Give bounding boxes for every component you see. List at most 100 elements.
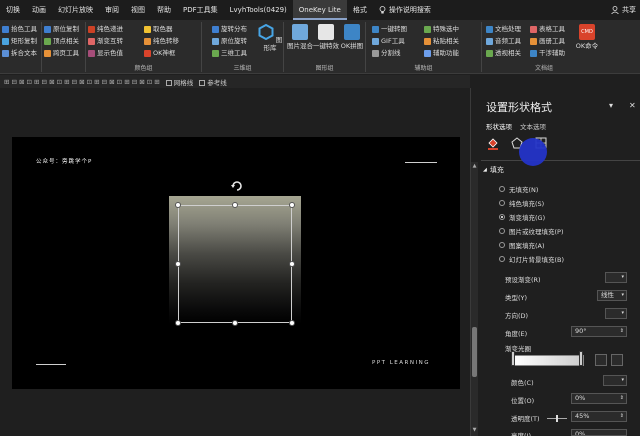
checkbox-icon — [165, 79, 172, 86]
resize-handle[interactable] — [232, 202, 238, 208]
tab-slideshow[interactable]: 幻灯片放映 — [52, 0, 99, 20]
fill-line-icon[interactable] — [485, 135, 501, 151]
audio-tool-button[interactable]: 音频工具 — [486, 36, 521, 47]
remove-stop-icon[interactable] — [611, 354, 623, 366]
resize-handle[interactable] — [232, 320, 238, 326]
radio-solid-fill[interactable]: 纯色填充(S) — [499, 198, 544, 208]
tell-me-search[interactable]: 操作说明搜索 — [373, 5, 437, 15]
gradient-stop-handle[interactable] — [511, 351, 515, 366]
radio-icon — [499, 200, 505, 206]
slide-canvas[interactable]: 公众号：旁跳学个P PPT LEARNING — [12, 137, 460, 389]
rotate-handle-icon[interactable] — [231, 180, 243, 192]
tab-help[interactable]: 帮助 — [151, 0, 177, 20]
color-picker-tool-button[interactable]: 拾色工具 — [2, 24, 37, 35]
radio-background-fill[interactable]: 幻灯片背景填充(B) — [499, 254, 564, 264]
radio-no-fill[interactable]: 无填充(N) — [499, 184, 538, 194]
interference-button[interactable]: 干涉辅助 — [530, 48, 565, 59]
tab-review[interactable]: 审阅 — [99, 0, 125, 20]
button-label: GIF工具 — [381, 37, 405, 45]
radio-label: 图片或纹理填充(P) — [509, 228, 564, 236]
tab-shape-options[interactable]: 形状选项 — [486, 121, 512, 131]
direction-dropdown[interactable]: ▾ — [605, 308, 627, 319]
ribbon-group-2: 原位复制 顶点相关 跨页工具 — [42, 22, 86, 72]
color-dropdown[interactable]: ▾ — [603, 375, 627, 386]
tab-text-options[interactable]: 文本选项 — [520, 121, 546, 131]
fill-section-header[interactable]: ◢ 填充 — [483, 165, 504, 175]
gradient-convert-button[interactable]: 渐变互转 — [88, 36, 123, 47]
color-transfer-button[interactable]: 纯色转移 — [144, 36, 179, 47]
share-button[interactable]: 共享 — [611, 0, 636, 20]
solid-progressive-button[interactable]: 纯色递进 — [88, 24, 123, 35]
transparency-input[interactable]: 45% ⇕ — [571, 411, 627, 422]
resize-handle[interactable] — [175, 202, 181, 208]
tab-format[interactable]: 格式 — [347, 0, 373, 20]
to-image-button[interactable]: 一键转图 — [372, 24, 407, 35]
resize-handle[interactable] — [289, 320, 295, 326]
split-text-button[interactable]: 拆合文本 — [2, 48, 37, 59]
spinner-icon: ⇕ — [619, 328, 624, 334]
scroll-up-icon[interactable]: ▲ — [472, 164, 477, 169]
resize-handle[interactable] — [289, 261, 295, 267]
assist-button[interactable]: 辅助功能 — [424, 48, 459, 59]
ok-frame-button[interactable]: OK神框 — [144, 48, 175, 59]
in-place-copy-button[interactable]: 原位复制 — [44, 24, 79, 35]
button-label: 透视相关 — [495, 49, 521, 57]
eyedropper-button[interactable]: 取色器 — [144, 24, 173, 35]
tab-view[interactable]: 视图 — [125, 0, 151, 20]
table-tool-button[interactable]: 表格工具 — [530, 24, 565, 35]
button-label: 分割线 — [381, 49, 401, 57]
perspective-button[interactable]: 透视相关 — [486, 48, 521, 59]
radio-gradient-fill[interactable]: 渐变填充(G) — [499, 212, 545, 222]
resize-handle[interactable] — [175, 320, 181, 326]
panel-options-icon[interactable]: ▾ — [609, 101, 613, 110]
transparency-slider-knob[interactable] — [556, 415, 558, 422]
group-label-doc: 文档组 — [534, 65, 553, 72]
assist-icon — [424, 50, 431, 57]
shape-library-button[interactable]: 图形库 — [257, 23, 283, 52]
brightness-input[interactable]: 0% — [571, 429, 627, 436]
add-stop-icon[interactable] — [595, 354, 607, 366]
resize-handle[interactable] — [289, 202, 295, 208]
scroll-down-icon[interactable]: ▼ — [472, 428, 477, 433]
angle-input[interactable]: 90° ⇕ — [571, 326, 627, 337]
ok-puzzle-button[interactable]: OK拼图 — [339, 24, 365, 50]
rect-copy-button[interactable]: 矩形复制 — [2, 36, 37, 47]
align-icon[interactable]: ⊞ ⊟ ⊠ ⊡ ⊞ ⊟ ⊠ ⊡ ⊞ ⊟ ⊠ ⊡ ⊞ ⊟ ⊠ ⊡ ⊞ ⊟ ⊠ ⊡ … — [4, 78, 160, 86]
radio-picture-fill[interactable]: 图片或纹理填充(P) — [499, 226, 564, 236]
preset-gradient-dropdown[interactable]: ▾ — [605, 272, 627, 283]
image-mix-button[interactable]: 图片混合 — [287, 24, 313, 50]
panel-scrollbar[interactable]: ▲ ▼ — [471, 162, 478, 436]
gradient-stop-handle[interactable] — [579, 351, 583, 366]
radio-pattern-fill[interactable]: 图案填充(A) — [499, 240, 545, 250]
scroll-thumb[interactable] — [472, 327, 477, 377]
rotate-distribute-button[interactable]: 旋转分布 — [212, 24, 247, 35]
close-icon[interactable]: ✕ — [629, 101, 636, 110]
position-input[interactable]: 0% ⇕ — [571, 393, 627, 404]
show-color-value-button[interactable]: 显示色值 — [88, 48, 123, 59]
tab-pdf-tools[interactable]: PDF工具集 — [177, 0, 224, 20]
tab-animations[interactable]: 动画 — [26, 0, 52, 20]
divider-line-button[interactable]: 分割线 — [372, 48, 401, 59]
album-tool-button[interactable]: 画册工具 — [530, 36, 565, 47]
tab-onekey-lite[interactable]: OneKey Lite — [292, 0, 347, 20]
gridlines-checkbox[interactable]: 网格线 — [165, 77, 193, 87]
preset-gradient-label: 预设渐变(R) — [505, 276, 541, 284]
guides-checkbox[interactable]: 参考线 — [199, 77, 227, 87]
one-click-effect-button[interactable]: 一键特效 — [313, 24, 339, 50]
tab-transitions[interactable]: 切换 — [0, 0, 26, 20]
gradient-stops-bar[interactable] — [512, 355, 584, 366]
vertex-button[interactable]: 顶点相关 — [44, 36, 79, 47]
in-place-rotate-button[interactable]: 原位旋转 — [212, 36, 247, 47]
cross-page-button[interactable]: 跨页工具 — [44, 48, 79, 59]
paste-button[interactable]: 粘贴相关 — [424, 36, 459, 47]
special-select-button[interactable]: 特殊选中 — [424, 24, 459, 35]
resize-handle[interactable] — [175, 261, 181, 267]
ok-command-button[interactable]: CMD OK命令 — [574, 24, 600, 50]
doc-process-button[interactable]: 文档处理 — [486, 24, 521, 35]
gradient-icon — [88, 38, 95, 45]
gif-tool-button[interactable]: GIF工具 — [372, 36, 405, 47]
lightbulb-icon — [379, 6, 386, 14]
type-dropdown[interactable]: 线性 ▾ — [597, 290, 627, 301]
3d-tools-button[interactable]: 三维工具 — [212, 48, 247, 59]
tab-lvyhtools[interactable]: LvyhTools(0429) — [224, 0, 293, 20]
